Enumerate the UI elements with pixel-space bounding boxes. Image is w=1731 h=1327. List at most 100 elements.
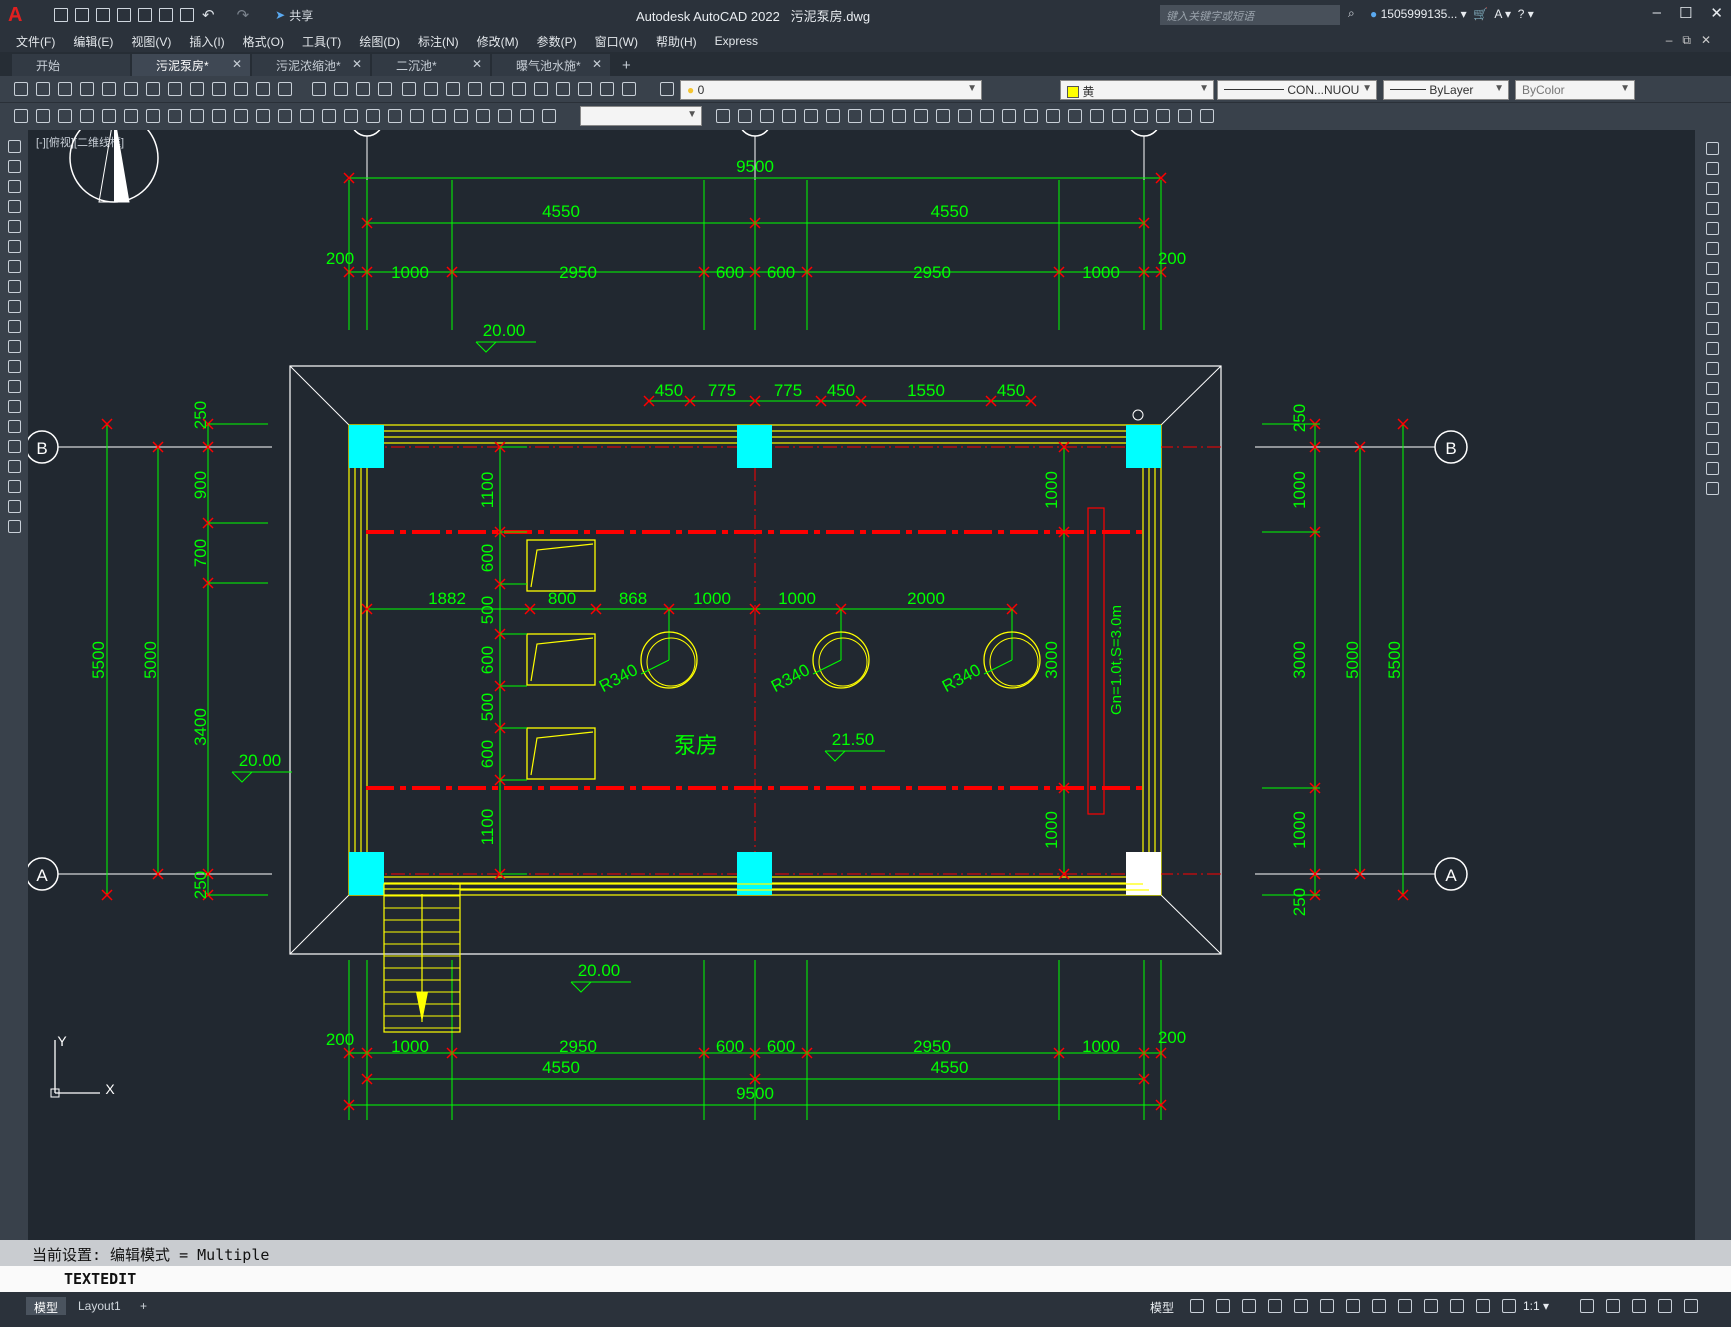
status-toggle-icon-11[interactable] (1476, 1299, 1490, 1313)
dimstyle-combo[interactable]: ▼ (580, 106, 702, 126)
status-toggle-icon-16[interactable] (1658, 1299, 1672, 1313)
status-toggle-icon-10[interactable] (1450, 1299, 1464, 1313)
draw-tool-icon-42[interactable] (1090, 109, 1104, 123)
status-toggle-icon-13[interactable] (1580, 1299, 1594, 1313)
draw-palette-icon-7[interactable] (8, 280, 21, 293)
maximize-icon[interactable]: ☐ (1679, 4, 1692, 22)
draw-palette-icon-18[interactable] (8, 500, 21, 513)
draw-tool-icon-36[interactable] (958, 109, 972, 123)
draw-tool-icon-30[interactable] (826, 109, 840, 123)
standard-tool-icon-11[interactable] (256, 82, 270, 96)
standard-tool-icon-26[interactable] (600, 82, 614, 96)
modify-palette-icon-11[interactable] (1706, 362, 1719, 375)
draw-tool-icon-17[interactable] (388, 109, 402, 123)
draw-tool-icon-33[interactable] (892, 109, 906, 123)
draw-tool-icon-23[interactable] (520, 109, 534, 123)
draw-tool-icon-41[interactable] (1068, 109, 1082, 123)
modify-palette-icon-6[interactable] (1706, 262, 1719, 275)
draw-tool-icon-10[interactable] (234, 109, 248, 123)
draw-tool-icon-9[interactable] (212, 109, 226, 123)
modify-palette-icon-2[interactable] (1706, 182, 1719, 195)
save-as-icon[interactable] (117, 8, 131, 22)
draw-tool-icon-16[interactable] (366, 109, 380, 123)
user-account[interactable]: ● 1505999135... ▾ 🛒 A ▾ ? ▾ (1370, 7, 1534, 21)
menu-item-7[interactable]: 标注(N) (418, 33, 459, 50)
document-window-controls[interactable]: –⧉✕ (1666, 33, 1721, 48)
draw-tool-icon-34[interactable] (914, 109, 928, 123)
menu-item-8[interactable]: 修改(M) (477, 33, 519, 50)
draw-tool-icon-38[interactable] (1002, 109, 1016, 123)
status-toggle-icon-0[interactable] (1190, 1299, 1204, 1313)
draw-tool-icon-43[interactable] (1112, 109, 1126, 123)
modify-palette-icon-12[interactable] (1706, 382, 1719, 395)
draw-tool-icon-21[interactable] (476, 109, 490, 123)
draw-tool-icon-27[interactable] (760, 109, 774, 123)
modify-palette-icon-10[interactable] (1706, 342, 1719, 355)
standard-tool-icon-16[interactable] (378, 82, 392, 96)
modify-palette-icon-16[interactable] (1706, 462, 1719, 475)
status-toggle-icon-5[interactable] (1320, 1299, 1334, 1313)
status-toggle-icon-14[interactable] (1606, 1299, 1620, 1313)
standard-tool-icon-5[interactable] (124, 82, 138, 96)
menu-item-3[interactable]: 插入(I) (189, 33, 224, 50)
draw-palette-icon-4[interactable] (8, 220, 21, 233)
standard-tool-icon-14[interactable] (334, 82, 348, 96)
standard-tool-icon-0[interactable] (14, 82, 28, 96)
standard-tool-icon-7[interactable] (168, 82, 182, 96)
draw-palette-icon-0[interactable] (8, 140, 21, 153)
draw-palette-icon-1[interactable] (8, 160, 21, 173)
tab-close-icon[interactable]: ✕ (232, 57, 242, 71)
status-toggle-icon-6[interactable] (1346, 1299, 1360, 1313)
menu-item-6[interactable]: 绘图(D) (359, 33, 400, 50)
standard-tool-icon-17[interactable] (402, 82, 416, 96)
modify-palette-icon-9[interactable] (1706, 322, 1719, 335)
modify-palette-icon-1[interactable] (1706, 162, 1719, 175)
save-to-web-icon[interactable] (159, 8, 173, 22)
draw-palette-icon-16[interactable] (8, 460, 21, 473)
draw-palette-icon-19[interactable] (8, 520, 21, 533)
new-tab-button[interactable]: + (622, 57, 631, 76)
draw-tool-icon-25[interactable] (716, 109, 730, 123)
standard-tool-icon-1[interactable] (36, 82, 50, 96)
standard-tool-icon-6[interactable] (146, 82, 160, 96)
modify-palette-icon-5[interactable] (1706, 242, 1719, 255)
new-file-icon[interactable] (54, 8, 68, 22)
model-space-toggle[interactable]: 模型 (1150, 1299, 1174, 1316)
standard-tool-icon-15[interactable] (356, 82, 370, 96)
status-toggle-icon-8[interactable] (1398, 1299, 1412, 1313)
drawing-canvas[interactable]: [-][俯视][二维线框] 12395004550455020010002950… (28, 130, 1695, 1240)
draw-palette-icon-5[interactable] (8, 240, 21, 253)
menu-item-11[interactable]: 帮助(H) (656, 33, 697, 50)
tab-3[interactable]: 二沉池* ✕ (372, 54, 490, 76)
draw-palette-icon-13[interactable] (8, 400, 21, 413)
status-toggle-icon-9[interactable] (1424, 1299, 1438, 1313)
draw-palette-icon-17[interactable] (8, 480, 21, 493)
draw-tool-icon-24[interactable] (542, 109, 556, 123)
draw-tool-icon-28[interactable] (782, 109, 796, 123)
modify-palette-icon-7[interactable] (1706, 282, 1719, 295)
draw-tool-icon-40[interactable] (1046, 109, 1060, 123)
share-icon[interactable]: ➤ (275, 8, 285, 22)
add-layout-button[interactable]: + (132, 1297, 155, 1315)
draw-tool-icon-29[interactable] (804, 109, 818, 123)
draw-palette-icon-12[interactable] (8, 380, 21, 393)
status-toggle-icon-2[interactable] (1242, 1299, 1256, 1313)
standard-tool-icon-3[interactable] (80, 82, 94, 96)
draw-palette-icon-15[interactable] (8, 440, 21, 453)
search-input[interactable]: 键入关键字或短语 (1160, 5, 1340, 25)
draw-tool-icon-20[interactable] (454, 109, 468, 123)
draw-tool-icon-18[interactable] (410, 109, 424, 123)
standard-tool-icon-10[interactable] (234, 82, 248, 96)
draw-palette-icon-6[interactable] (8, 260, 21, 273)
menu-item-2[interactable]: 视图(V) (131, 33, 171, 50)
draw-tool-icon-31[interactable] (848, 109, 862, 123)
standard-tool-icon-9[interactable] (212, 82, 226, 96)
draw-tool-icon-8[interactable] (190, 109, 204, 123)
menu-item-4[interactable]: 格式(O) (243, 33, 284, 50)
draw-tool-icon-32[interactable] (870, 109, 884, 123)
modify-palette-icon-13[interactable] (1706, 402, 1719, 415)
color-combo[interactable]: 黄 ▼ (1060, 80, 1214, 100)
annotation-scale[interactable]: 1:1 ▾ (1523, 1299, 1549, 1313)
modify-palette-icon-8[interactable] (1706, 302, 1719, 315)
modify-palette-icon-15[interactable] (1706, 442, 1719, 455)
